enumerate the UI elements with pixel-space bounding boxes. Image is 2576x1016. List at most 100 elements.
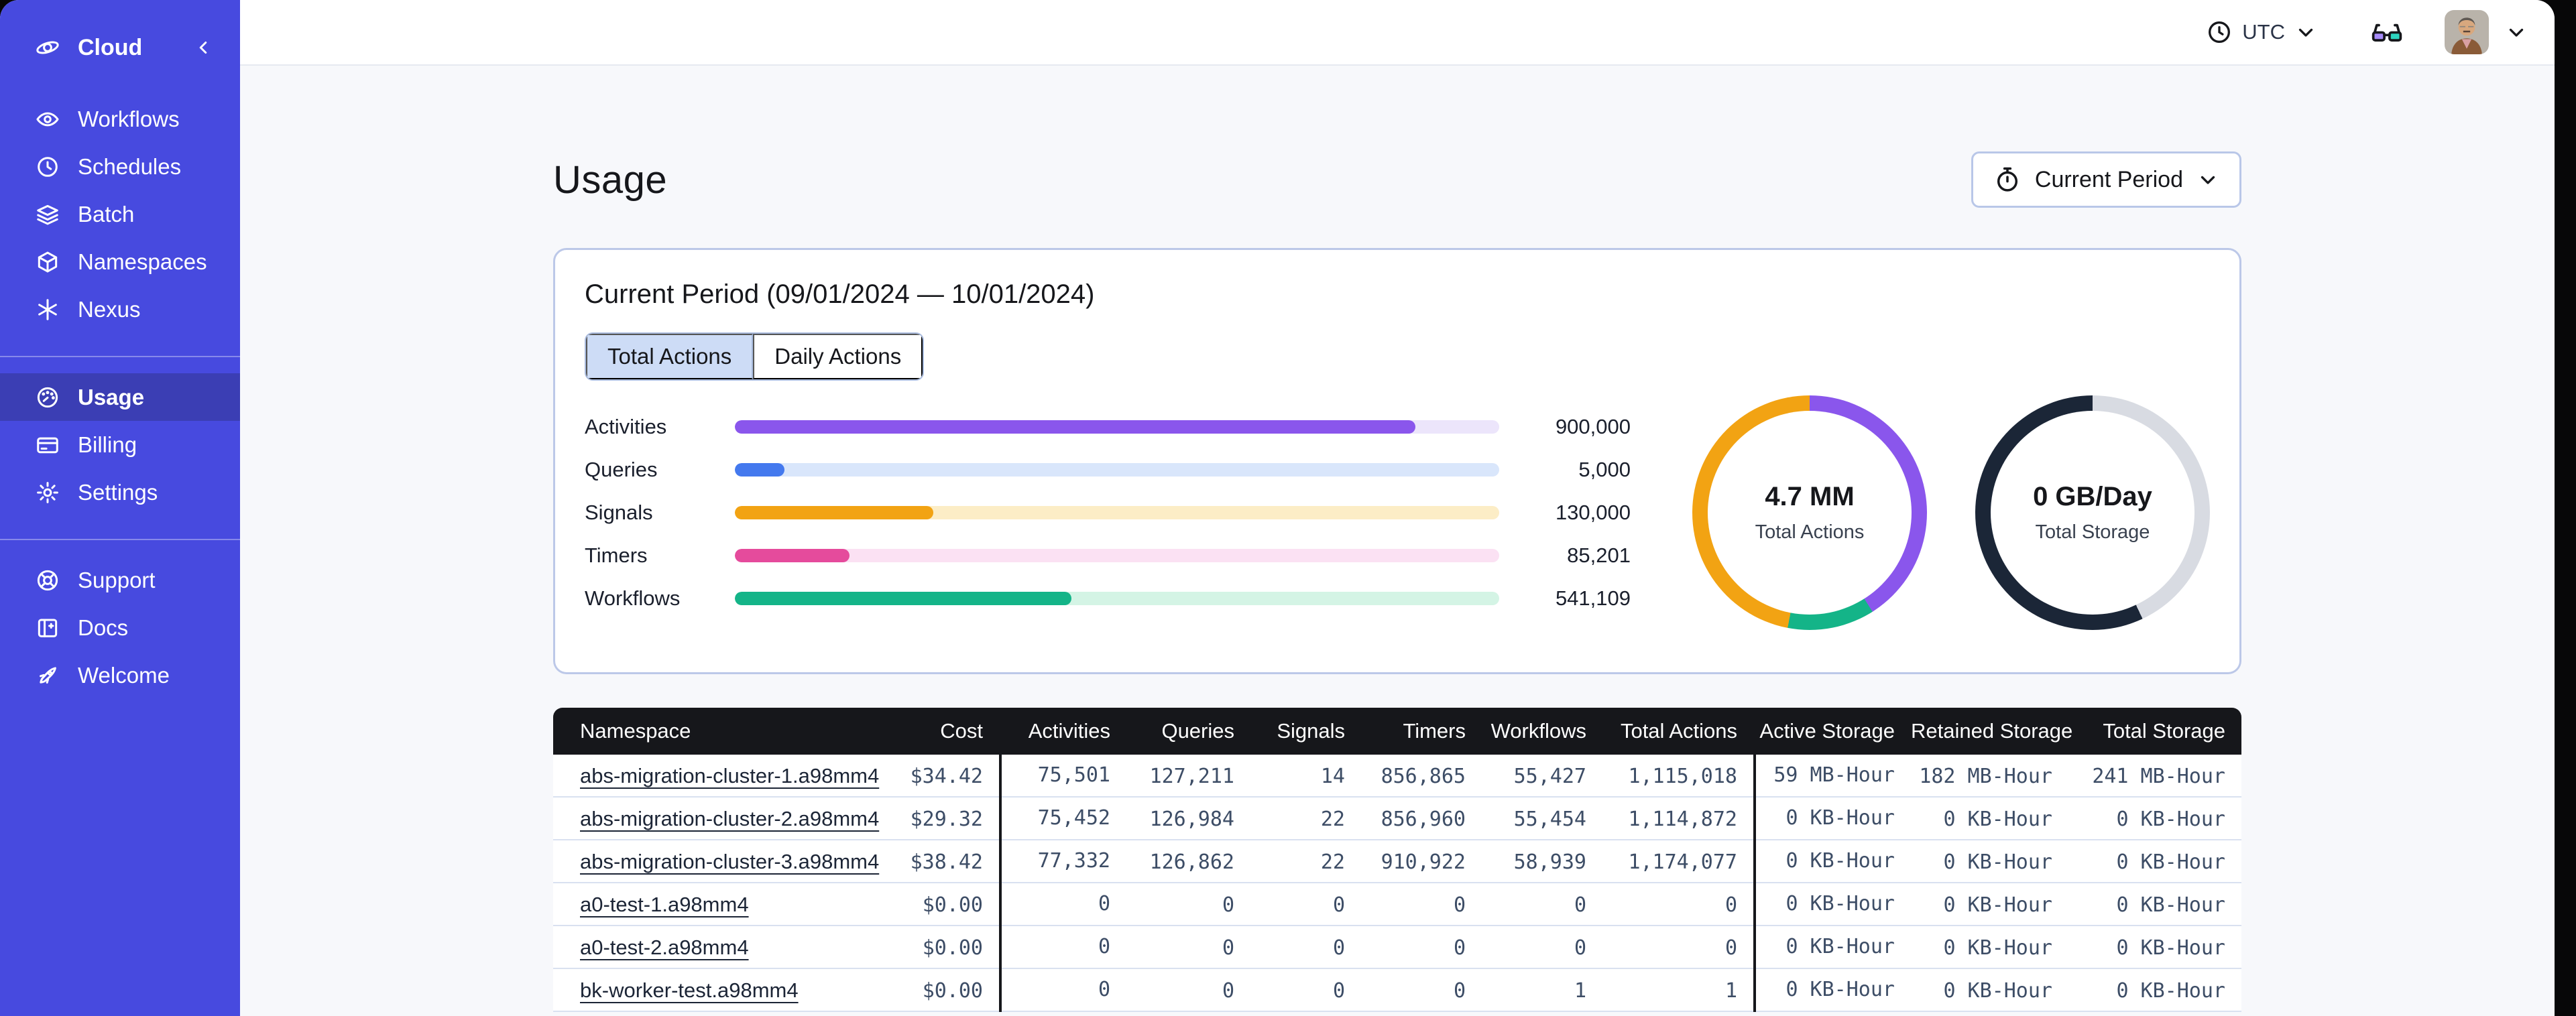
table-cell: 1,114,872 bbox=[1628, 807, 1737, 831]
sidebar-item-docs[interactable]: Docs bbox=[0, 604, 240, 651]
actions-tab-group: Total Actions Daily Actions bbox=[585, 332, 925, 381]
table-cell: 0 bbox=[1332, 893, 1345, 917]
tab-daily-actions[interactable]: Daily Actions bbox=[753, 334, 923, 379]
sidebar-item-support[interactable]: Support bbox=[0, 556, 240, 604]
sidebar-divider bbox=[0, 539, 240, 540]
table-cell: 0 bbox=[1453, 893, 1466, 917]
table-cell: 1,174,077 bbox=[1628, 850, 1737, 874]
namespace-link[interactable]: abs-migration-cluster-2.a98mm4 bbox=[580, 807, 879, 830]
table-cell: 182 MB-Hour bbox=[1919, 764, 2052, 788]
column-header-signals: Signals bbox=[1277, 719, 1345, 743]
nexus-icon bbox=[35, 297, 60, 322]
chevron-down-icon bbox=[2197, 168, 2219, 191]
table-cell: 0 KB-Hour bbox=[2116, 807, 2225, 831]
table-cell: $38.42 bbox=[910, 850, 983, 874]
chevron-down-icon bbox=[2294, 21, 2317, 44]
sidebar-item-label: Billing bbox=[78, 432, 137, 457]
billing-icon bbox=[35, 432, 60, 458]
table-cell: 856,960 bbox=[1381, 807, 1466, 831]
bar-fill bbox=[735, 592, 1071, 605]
bar-value-label: 5,000 bbox=[1578, 458, 1631, 481]
main-content: Usage Current Period Current Period (09/… bbox=[240, 66, 2555, 1016]
table-cell: 0 bbox=[999, 883, 1126, 926]
namespace-link[interactable]: abs-migration-cluster-1.a98mm4 bbox=[580, 764, 879, 787]
welcome-icon bbox=[35, 663, 60, 688]
bar-track bbox=[735, 506, 1499, 519]
namespace-cell: abs-migration-cluster-1.a98mm4 bbox=[553, 764, 879, 788]
workflows-icon bbox=[35, 107, 60, 132]
table-cell: 0 bbox=[1453, 936, 1466, 960]
table-cell: $29.32 bbox=[910, 807, 983, 831]
namespace-cell: abs-migration-cluster-2.a98mm4 bbox=[553, 807, 879, 831]
bar-fill bbox=[735, 549, 850, 562]
tab-total-actions[interactable]: Total Actions bbox=[586, 334, 754, 379]
table-cell: 75,501 bbox=[999, 755, 1126, 798]
sidebar-collapse-icon[interactable] bbox=[193, 38, 213, 58]
sidebar-item-nexus[interactable]: Nexus bbox=[0, 285, 240, 333]
bar-track bbox=[735, 463, 1499, 477]
usage-card-title: Current Period (09/01/2024 — 10/01/2024) bbox=[585, 279, 1095, 309]
user-avatar[interactable] bbox=[2445, 10, 2489, 54]
donut-charts: 4.7 MM Total Actions 0 GB/Day Total Stor… bbox=[1692, 395, 2210, 630]
table-cell: 0 KB-Hour bbox=[1753, 926, 1911, 969]
column-header-cost: Cost bbox=[940, 719, 983, 743]
table-cell: 126,984 bbox=[1149, 807, 1234, 831]
user-menu-chevron-icon[interactable] bbox=[2505, 21, 2528, 44]
labs-glasses-icon[interactable] bbox=[2369, 15, 2404, 50]
table-cell: 0 bbox=[1332, 936, 1345, 960]
namespace-cell: abs-migration-cluster-3.a98mm4 bbox=[553, 850, 879, 874]
table-cell: 127,211 bbox=[1149, 764, 1234, 788]
column-header-total-actions: Total Actions bbox=[1620, 719, 1737, 743]
table-cell: 910,922 bbox=[1381, 850, 1466, 874]
column-header-activities: Activities bbox=[1028, 719, 1110, 743]
bar-category-label: Workflows bbox=[585, 586, 681, 610]
stopwatch-icon bbox=[1993, 166, 2022, 194]
bar-fill bbox=[735, 506, 934, 519]
sidebar-item-workflows[interactable]: Workflows bbox=[0, 95, 240, 143]
sidebar-item-welcome[interactable]: Welcome bbox=[0, 651, 240, 699]
sidebar-item-namespaces[interactable]: Namespaces bbox=[0, 238, 240, 285]
sidebar-item-schedules[interactable]: Schedules bbox=[0, 143, 240, 190]
total-actions-value: 4.7 MM bbox=[1765, 482, 1855, 511]
bar-category-label: Signals bbox=[585, 501, 653, 524]
sidebar-brand[interactable]: Cloud bbox=[0, 24, 240, 71]
table-cell: 0 KB-Hour bbox=[1753, 969, 1911, 1012]
bar-fill bbox=[735, 420, 1415, 434]
bar-value-label: 130,000 bbox=[1555, 501, 1631, 524]
table-cell: 0 bbox=[1453, 978, 1466, 1003]
namespace-link[interactable]: bk-worker-test.a98mm4 bbox=[580, 978, 799, 1002]
app-window: Cloud Workflows Schedules Batch Namespaces N… bbox=[0, 0, 2555, 1016]
page-title: Usage bbox=[553, 157, 668, 202]
table-cell: 0 bbox=[1574, 893, 1586, 917]
sidebar-item-label: Schedules bbox=[78, 153, 182, 179]
bar-category-label: Activities bbox=[585, 415, 667, 438]
table-cell: 0 KB-Hour bbox=[1943, 978, 2052, 1003]
sidebar-item-label: Docs bbox=[78, 615, 129, 640]
sidebar-item-usage[interactable]: Usage bbox=[0, 373, 240, 421]
namespace-link[interactable]: a0-test-1.a98mm4 bbox=[580, 893, 749, 916]
sidebar-item-settings[interactable]: Settings bbox=[0, 468, 240, 516]
namespace-cell: a0-test-2.a98mm4 bbox=[553, 936, 868, 960]
table-cell: 0 KB-Hour bbox=[1943, 936, 2052, 960]
namespaces-icon bbox=[35, 249, 60, 275]
table-cell: $0.00 bbox=[922, 893, 983, 917]
namespace-link[interactable]: abs-migration-cluster-3.a98mm4 bbox=[580, 850, 879, 873]
bar-category-label: Queries bbox=[585, 458, 658, 481]
sidebar-item-batch[interactable]: Batch bbox=[0, 190, 240, 238]
table-cell: 1 bbox=[1574, 978, 1586, 1003]
sidebar-nav-account: Usage Billing Settings bbox=[0, 373, 240, 516]
column-header-retained-storage: Retained Storage bbox=[1911, 719, 2073, 743]
sidebar-item-billing[interactable]: Billing bbox=[0, 421, 240, 468]
total-storage-value: 0 GB/Day bbox=[2033, 482, 2152, 511]
column-header-total-storage: Total Storage bbox=[2103, 719, 2225, 743]
period-selector-button[interactable]: Current Period bbox=[1971, 151, 2241, 208]
timezone-selector[interactable]: UTC bbox=[2206, 19, 2317, 46]
schedules-icon bbox=[35, 154, 60, 180]
table-cell: 0 bbox=[999, 926, 1126, 969]
timezone-label: UTC bbox=[2242, 20, 2285, 44]
table-row: abs-migration-cluster-3.a98mm4 $38.42 77,3… bbox=[553, 840, 2241, 883]
namespace-link[interactable]: a0-test-2.a98mm4 bbox=[580, 936, 749, 959]
screenshot-canvas: { "sidebar": { "brand_label": "Cloud", "… bbox=[0, 0, 2576, 1016]
clock-icon bbox=[2206, 19, 2233, 46]
sidebar-item-label: Workflows bbox=[78, 106, 180, 131]
